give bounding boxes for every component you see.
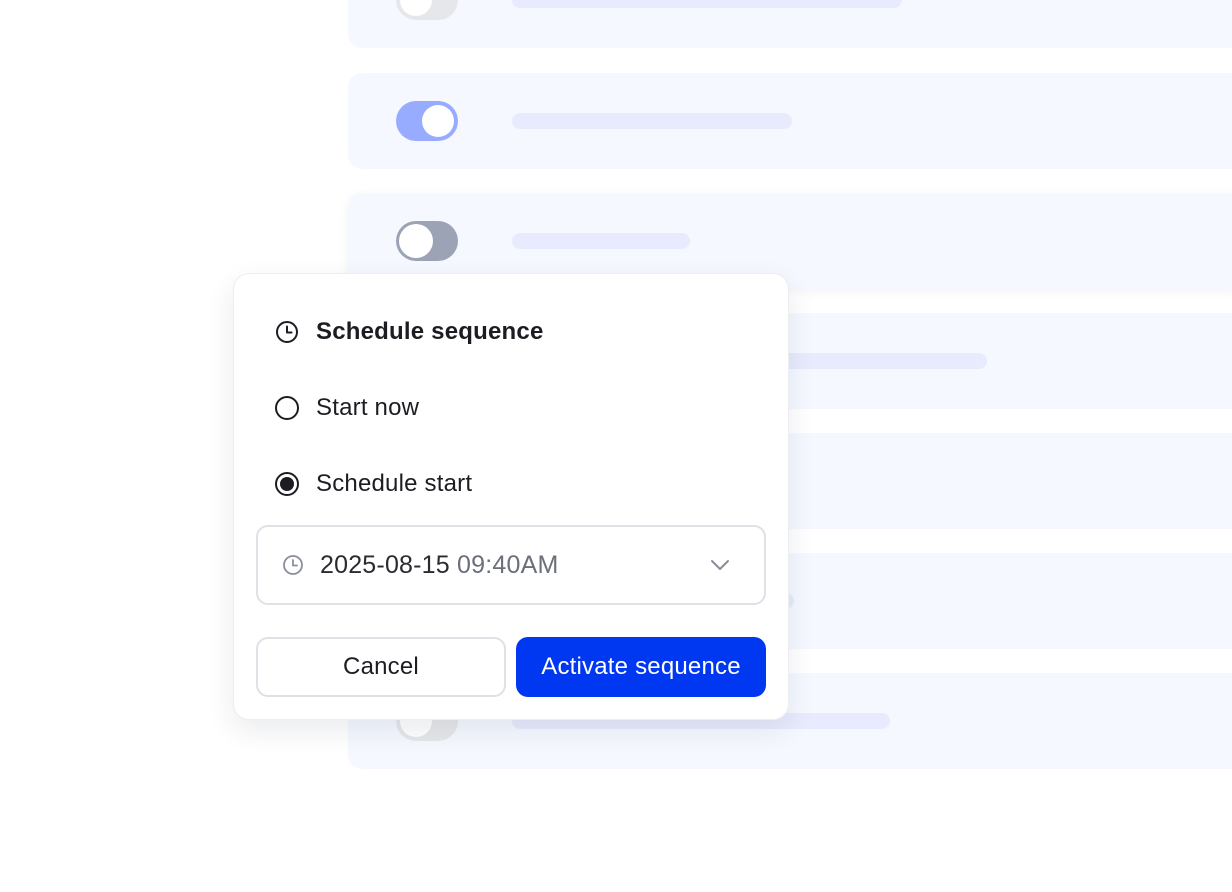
sequence-row	[348, 0, 1232, 48]
datetime-picker[interactable]: 2025-08-15 09:40AM	[256, 525, 766, 605]
popover-header: Schedule sequence	[274, 316, 544, 348]
clock-icon	[274, 319, 300, 345]
chevron-down-icon[interactable]	[710, 558, 730, 572]
option-label: Schedule start	[316, 470, 473, 497]
sequence-toggle[interactable]	[396, 221, 458, 261]
option-label: Start now	[316, 394, 420, 421]
option-start-now[interactable]: Start now	[274, 392, 419, 424]
popover-title: Schedule sequence	[316, 318, 544, 345]
clock-icon	[282, 554, 304, 576]
skeleton-bar	[512, 113, 792, 129]
radio-unchecked-icon[interactable]	[274, 395, 300, 421]
radio-checked-icon[interactable]	[274, 471, 300, 497]
date-value: 2025-08-15	[320, 551, 450, 579]
skeleton-bar	[512, 0, 902, 8]
time-value: 09:40AM	[457, 551, 559, 579]
sequence-row	[348, 73, 1232, 169]
skeleton-bar	[512, 233, 690, 249]
option-schedule-start[interactable]: Schedule start	[274, 468, 472, 500]
sequence-toggle[interactable]	[396, 101, 458, 141]
cancel-button[interactable]: Cancel	[256, 637, 506, 697]
sequence-toggle[interactable]	[396, 0, 458, 20]
datetime-value: 2025-08-15 09:40AM	[320, 551, 559, 580]
schedule-popover: Schedule sequence Start now Schedule sta…	[233, 273, 789, 720]
activate-sequence-button[interactable]: Activate sequence	[516, 637, 766, 697]
